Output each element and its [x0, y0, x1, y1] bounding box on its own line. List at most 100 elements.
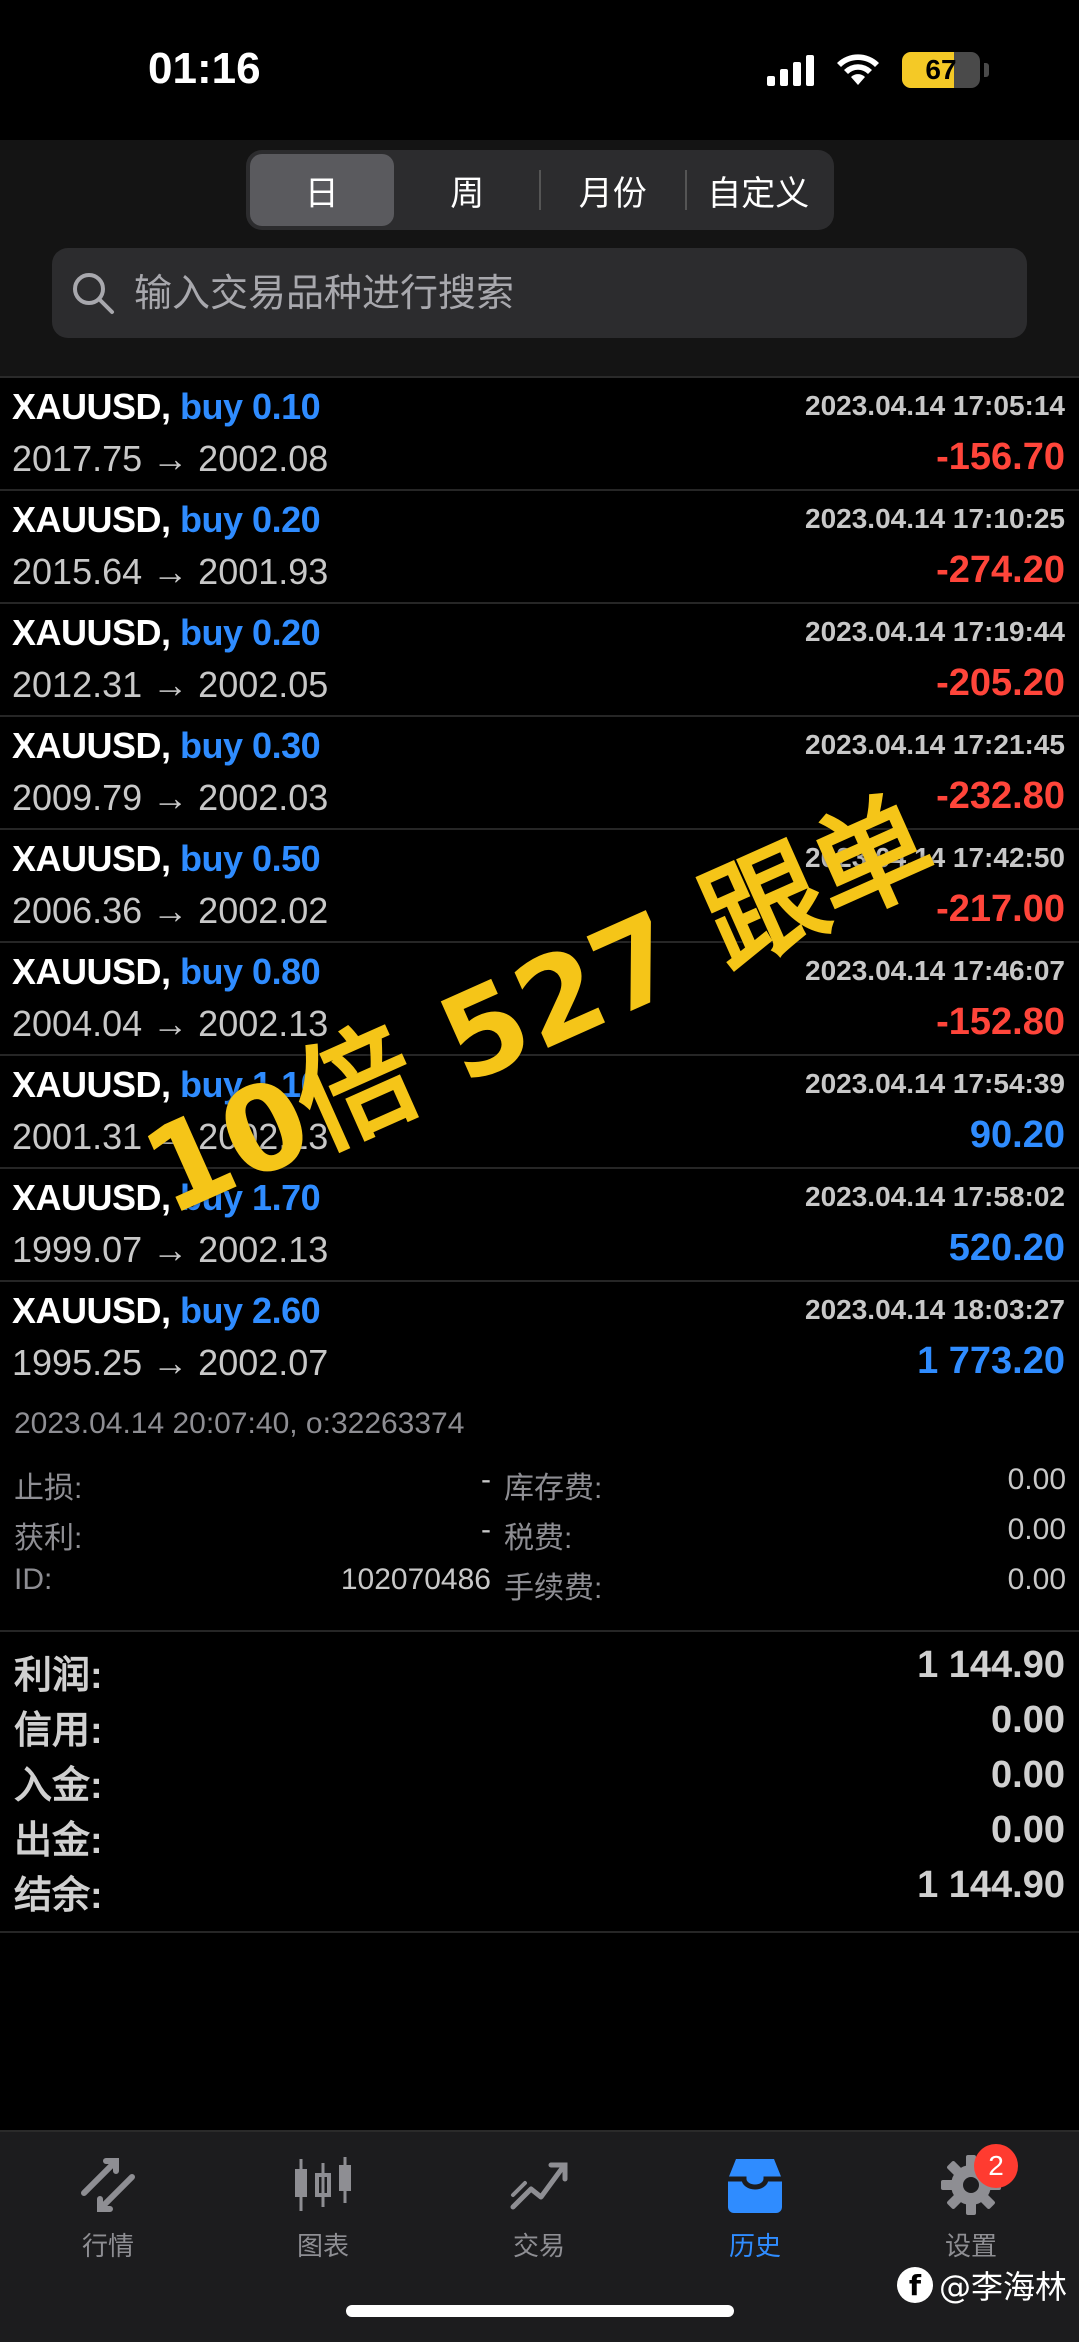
trade-history-list: XAUUSD, buy 0.10 2017.75 → 2002.08 2023.…: [0, 378, 1079, 1395]
symbol-text: XAUUSD,: [12, 951, 171, 992]
home-indicator[interactable]: [346, 2305, 734, 2317]
close-price: 2002.13: [198, 1003, 329, 1044]
symbol-text: XAUUSD,: [12, 1177, 171, 1218]
detail-value: 0.00: [1007, 1563, 1066, 1596]
close-price: 2002.03: [198, 777, 329, 818]
trade-symbol: XAUUSD, buy 0.20: [12, 612, 321, 654]
trade-side: buy 0.20: [180, 499, 321, 540]
author-credit: f @李海林: [896, 2262, 1067, 2308]
arrow: →: [152, 1342, 189, 1383]
symbol-text: XAUUSD,: [12, 725, 171, 766]
tab-label: 行情: [81, 2232, 134, 2262]
notification-badge: 2: [974, 2144, 1018, 2188]
trade-profit: -156.70: [936, 436, 1065, 478]
trade-row[interactable]: XAUUSD, buy 0.50 2006.36 → 2002.02 2023.…: [0, 830, 1079, 943]
arrow: →: [152, 777, 189, 818]
tab-label: 历史: [728, 2232, 781, 2262]
trade-row[interactable]: XAUUSD, buy 0.80 2004.04 → 2002.13 2023.…: [0, 943, 1079, 1056]
summary-row-withdrawal: 出金: 0.00: [0, 1797, 1079, 1862]
detail-label: ID:: [14, 1563, 53, 1596]
trade-profit: -274.20: [936, 549, 1065, 591]
summary-value: 0.00: [991, 1699, 1065, 1741]
arrow: →: [152, 438, 189, 479]
wifi-icon: [836, 53, 880, 87]
trade-side: buy 0.10: [180, 386, 321, 427]
summary-row-credit: 信用: 0.00: [0, 1687, 1079, 1752]
symbol-text: XAUUSD,: [12, 499, 171, 540]
open-price: 2009.79: [12, 777, 143, 818]
tab-trade[interactable]: 交易: [464, 2150, 614, 2270]
detail-label: 获利:: [14, 1522, 83, 1555]
tab-settings[interactable]: 设置 2: [896, 2144, 1046, 2270]
trade-row[interactable]: XAUUSD, buy 0.30 2009.79 → 2002.03 2023.…: [0, 717, 1079, 830]
arrow: →: [152, 1116, 189, 1157]
trade-profit: -152.80: [936, 1001, 1065, 1043]
summary-value: 1 144.90: [917, 1644, 1065, 1686]
detail-label: 手续费:: [504, 1572, 603, 1605]
summary-value: 0.00: [991, 1754, 1065, 1796]
status-bar: 01:16 67: [0, 0, 1079, 140]
cellular-signal-icon: [767, 54, 814, 86]
detail-row-id: ID: 102070486 手续费: 0.00: [14, 1563, 1066, 1605]
period-segmented-control: 日 周 月份 自定义: [246, 150, 834, 230]
trade-time: 2023.04.14 17:19:44: [805, 616, 1065, 647]
detail-value: 0.00: [1007, 1463, 1066, 1496]
trade-row[interactable]: XAUUSD, buy 0.10 2017.75 → 2002.08 2023.…: [0, 378, 1079, 491]
trade-price-range: 2004.04 → 2002.13: [12, 1003, 328, 1045]
tab-history[interactable]: 历史: [680, 2150, 830, 2270]
period-tab-month[interactable]: 月份: [541, 154, 685, 226]
facebook-logo-icon: f: [896, 2267, 933, 2303]
trade-row[interactable]: XAUUSD, buy 1.70 1999.07 → 2002.13 2023.…: [0, 1169, 1079, 1282]
summary-value: 0.00: [991, 1809, 1065, 1851]
tab-quotes[interactable]: 行情: [33, 2150, 183, 2270]
trade-time: 2023.04.14 17:42:50: [805, 842, 1065, 873]
close-price: 2002.05: [198, 664, 329, 705]
trade-row[interactable]: XAUUSD, buy 0.20 2015.64 → 2001.93 2023.…: [0, 491, 1079, 604]
battery-cap: [984, 63, 989, 77]
trade-icon: [504, 2150, 574, 2220]
summary-row-profit: 利润: 1 144.90: [0, 1632, 1079, 1697]
trade-price-range: 2015.64 → 2001.93: [12, 551, 328, 593]
close-price: 2002.02: [198, 890, 329, 931]
period-tab-week[interactable]: 周: [396, 154, 540, 226]
detail-value: -: [481, 1463, 491, 1496]
trade-side: buy 0.50: [180, 838, 321, 879]
trade-row[interactable]: XAUUSD, buy 2.60 1995.25 → 2002.07 2023.…: [0, 1282, 1079, 1395]
trade-profit: 90.20: [969, 1114, 1065, 1156]
period-tab-day[interactable]: 日: [250, 154, 394, 226]
search-icon: [73, 273, 114, 314]
open-price: 2015.64: [12, 551, 143, 592]
close-price: 2002.13: [198, 1229, 329, 1270]
trade-side: buy 0.30: [180, 725, 321, 766]
arrow: →: [152, 664, 189, 705]
search-input[interactable]: [132, 270, 996, 316]
trade-side: buy 1.10: [180, 1064, 321, 1105]
detail-label: 库存费:: [504, 1472, 603, 1505]
summary-divider: [0, 1931, 1079, 1933]
close-price: 2002.13: [198, 1116, 329, 1157]
summary-row-balance: 结余: 1 144.90: [0, 1852, 1079, 1917]
trade-symbol: XAUUSD, buy 1.10: [12, 1064, 321, 1106]
battery-percent: 67: [925, 54, 957, 85]
credit-text: @李海林: [938, 2268, 1067, 2306]
detail-label: 止损:: [14, 1472, 83, 1505]
arrow: →: [152, 551, 189, 592]
detail-value: 0.00: [1007, 1513, 1066, 1546]
trade-row[interactable]: XAUUSD, buy 1.10 2001.31 → 2002.13 2023.…: [0, 1056, 1079, 1169]
trade-row[interactable]: XAUUSD, buy 0.20 2012.31 → 2002.05 2023.…: [0, 604, 1079, 717]
summary-label: 结余:: [14, 1875, 103, 1917]
trade-symbol: XAUUSD, buy 0.30: [12, 725, 321, 767]
arrow: →: [152, 1003, 189, 1044]
tab-label: 交易: [512, 2232, 565, 2262]
tab-label: 设置: [944, 2232, 997, 2262]
quotes-icon: [73, 2150, 143, 2220]
detail-row-sl: 止损: - 库存费: 0.00: [14, 1463, 1066, 1505]
open-price: 1999.07: [12, 1229, 143, 1270]
period-tab-custom[interactable]: 自定义: [687, 154, 831, 226]
search-box[interactable]: [52, 248, 1027, 338]
trade-profit: -232.80: [936, 775, 1065, 817]
detail-label: 税费:: [504, 1522, 573, 1555]
open-price: 2001.31: [12, 1116, 143, 1157]
tab-chart[interactable]: 图表: [248, 2150, 398, 2270]
trade-profit: -217.00: [936, 888, 1065, 930]
